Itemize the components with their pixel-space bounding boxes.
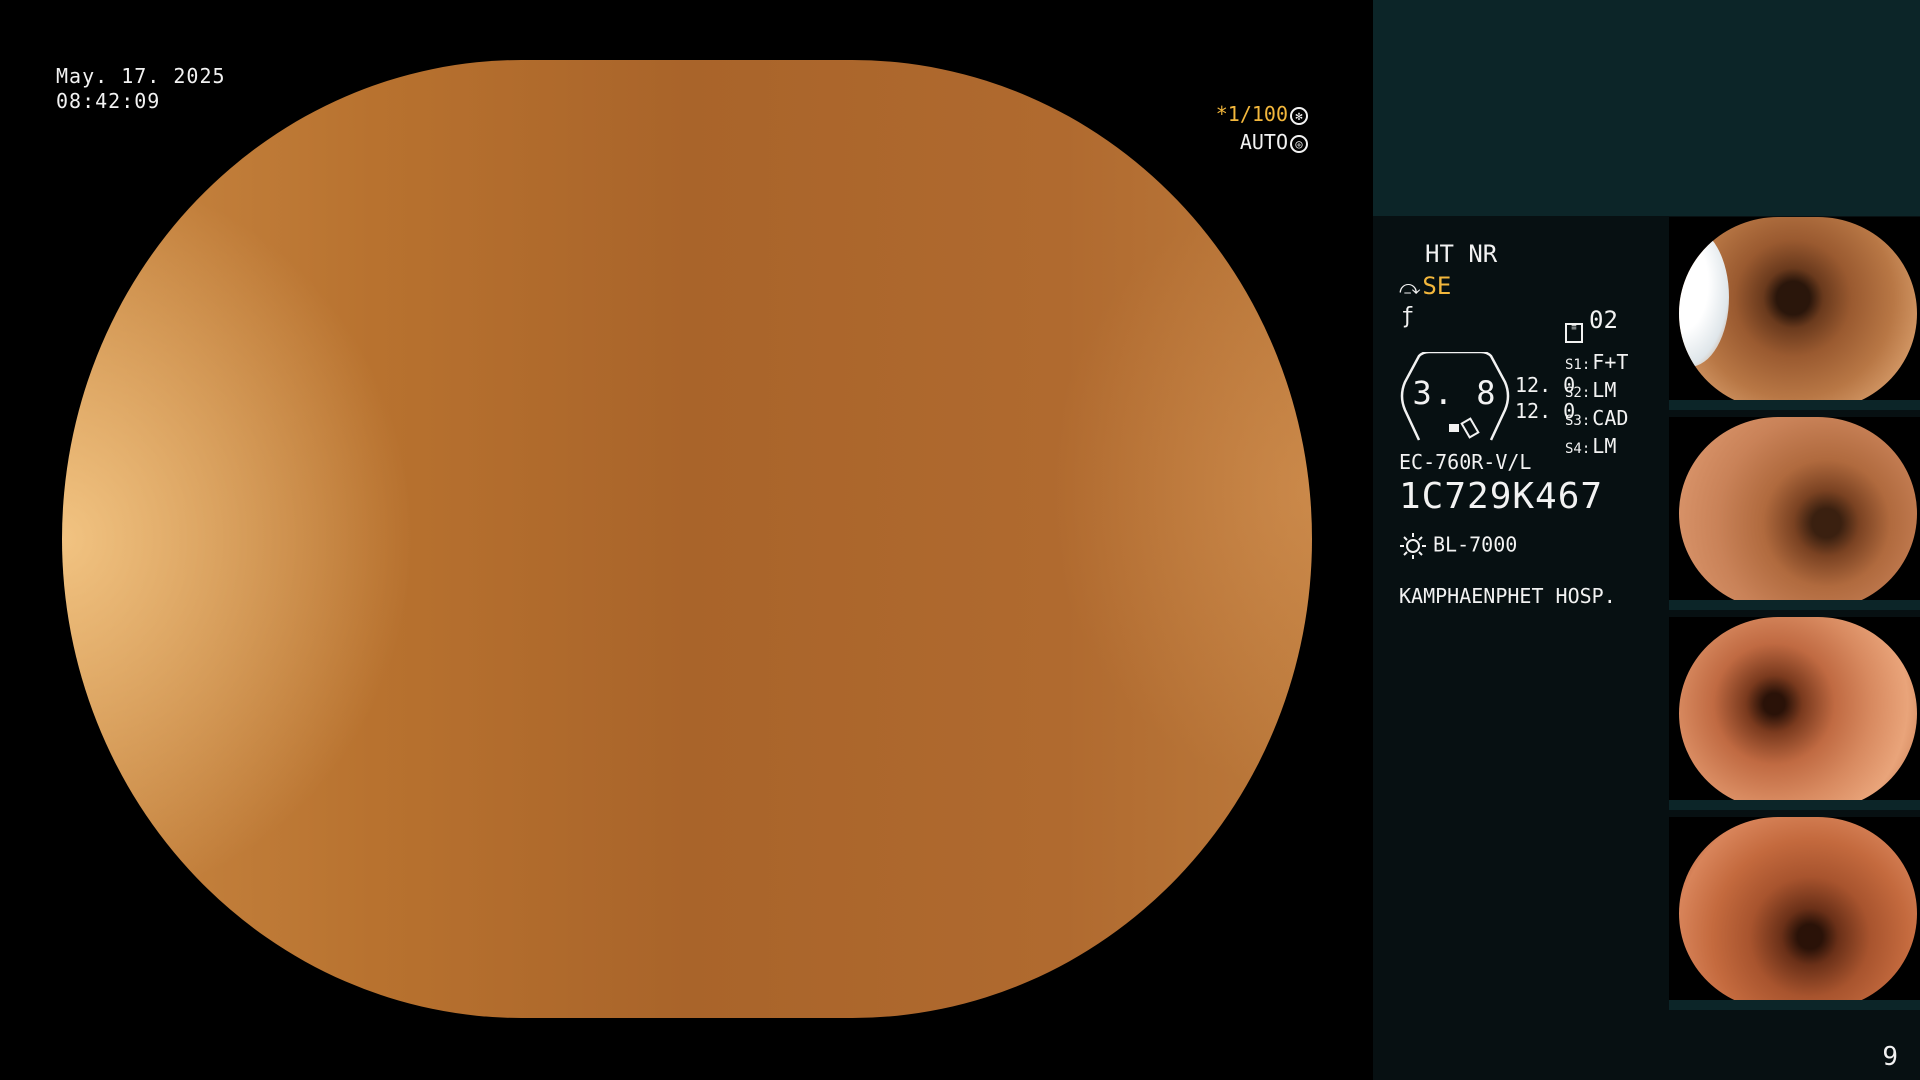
- mode-label: HT NR: [1425, 240, 1498, 268]
- light-source-row: BL-7000: [1399, 532, 1517, 560]
- settings-list: S1: F+T S2: LM S3: CAD S4: LM: [1565, 350, 1628, 462]
- endoscope-main-view: May. 17. 2025 08:42:09 *1/100 ✻ AUTO ◎: [0, 0, 1372, 1080]
- date-text: May. 17. 2025: [56, 64, 226, 88]
- datetime-readout: May. 17. 2025 08:42:09: [56, 64, 226, 114]
- setting-s3: S3: CAD: [1565, 406, 1629, 430]
- setting-s1: S1: F+T: [1565, 350, 1629, 374]
- sidebar-header-area: [1373, 0, 1920, 216]
- hospital-name: KAMPHAENPHET HOSP.: [1399, 584, 1616, 608]
- iris-icon: ◎: [1290, 134, 1308, 153]
- shutter-speed: *1/100: [1215, 102, 1288, 126]
- light-source-label: BL-7000: [1433, 532, 1518, 557]
- scope-model: EC-760R-V/L: [1399, 450, 1532, 474]
- shutter-icon: ✻: [1290, 106, 1308, 125]
- gauge-marker: [1449, 424, 1459, 432]
- captured-thumbnail[interactable]: [1669, 217, 1920, 410]
- auto-label: AUTO: [1239, 130, 1288, 154]
- scope-serial: 1C729K467: [1399, 476, 1604, 517]
- time-text: 08:42:09: [56, 89, 161, 113]
- page-counter: 9: [1882, 1042, 1898, 1072]
- light-source-icon: [1400, 533, 1426, 559]
- setting-s4: S4: LM: [1565, 434, 1617, 458]
- enhancement-row: ⤼SE: [1399, 272, 1451, 300]
- info-sidebar: HT NR ⤼SE ƒ ≡ 02 3. 8 12. 0 12. 0 S1: F+T …: [1373, 0, 1920, 1080]
- memory-slot: ≡ 02: [1565, 306, 1618, 343]
- freeze-icon: ƒ: [1401, 304, 1415, 329]
- captured-thumbnail[interactable]: [1669, 817, 1920, 1010]
- slot-number: 02: [1589, 306, 1618, 334]
- setting-s2: S2: LM: [1565, 378, 1617, 402]
- memory-icon: ≡: [1565, 323, 1583, 343]
- gauge-value: 3. 8: [1412, 374, 1498, 412]
- captured-image-list: [1669, 217, 1920, 1017]
- captured-thumbnail[interactable]: [1669, 617, 1920, 810]
- enhancement-label: SE: [1422, 272, 1452, 300]
- captured-thumbnail[interactable]: [1669, 417, 1920, 610]
- insertion-gauge: 3. 8: [1399, 350, 1511, 442]
- enhance-icon: ⤼: [1399, 275, 1421, 299]
- endoscopic-image: [62, 60, 1312, 1018]
- exposure-readout: *1/100 ✻ AUTO ◎: [1216, 100, 1308, 156]
